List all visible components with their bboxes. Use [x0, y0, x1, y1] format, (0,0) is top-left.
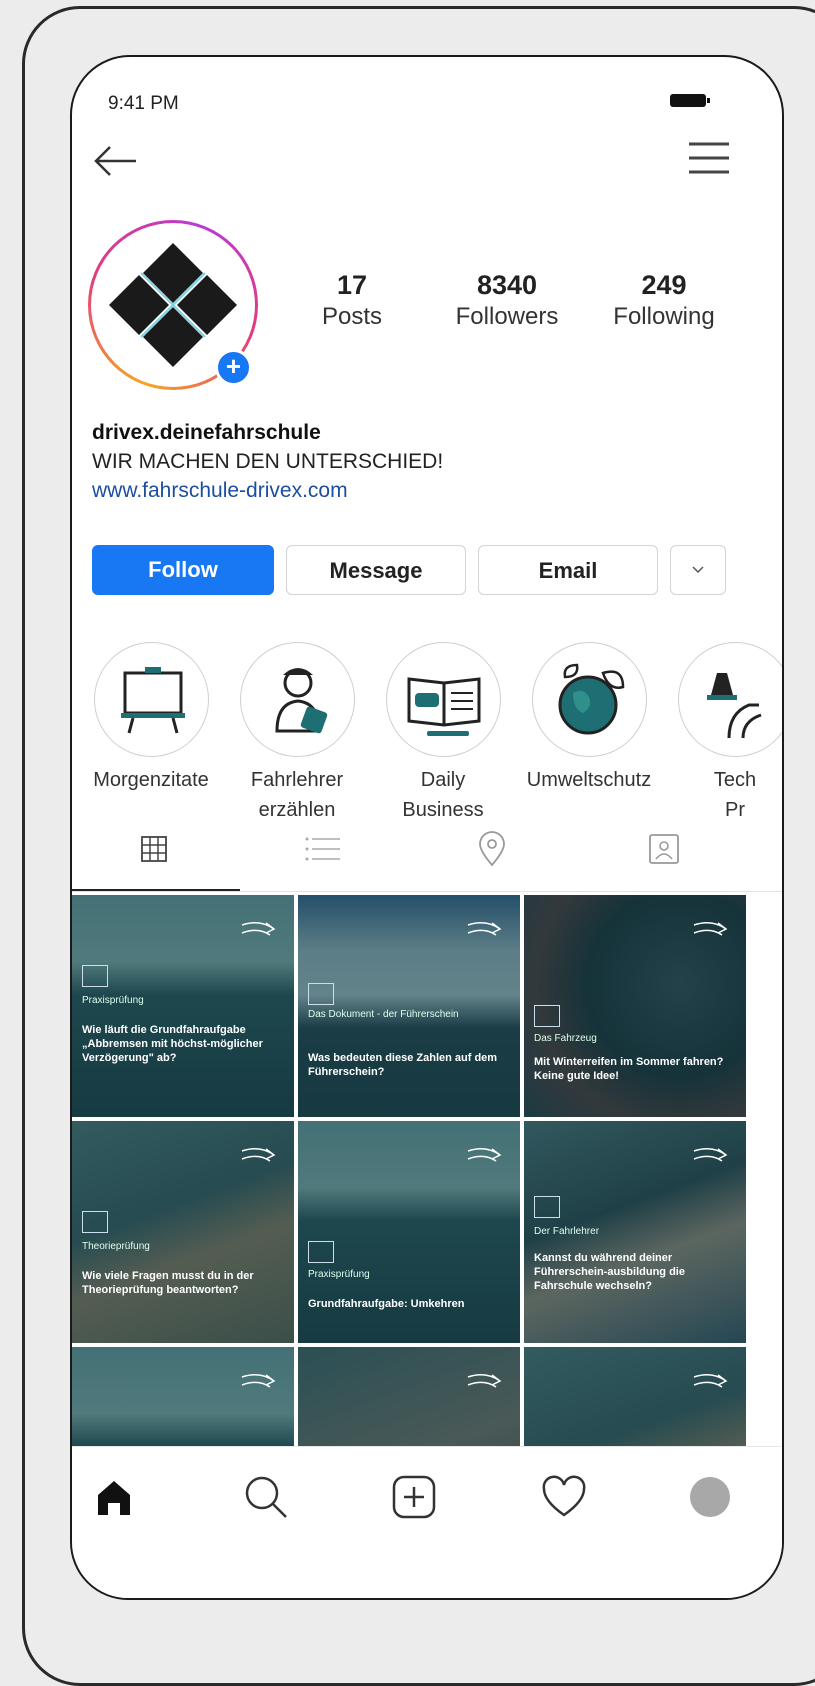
highlight-label: Morgenzitate [93, 769, 209, 791]
add-post-icon[interactable] [390, 1473, 438, 1521]
message-button[interactable]: Message [286, 545, 466, 595]
post-tag: Der Fahrlehrer [534, 1226, 600, 1237]
highlight-label-line2: erzählen [258, 799, 336, 821]
post-tile[interactable]: Praxisprüfung Grundfahraufgabe: Umkehren [298, 1121, 520, 1343]
post-tile[interactable]: Das Dokument - der Führerschein Was bede… [298, 895, 520, 1117]
post-tile[interactable]: Das Fahrzeug Mit Winterreifen im Sommer … [524, 895, 746, 1117]
stat-followers-label: Followers [455, 303, 559, 330]
tabs-divider [72, 891, 782, 892]
highlight-label: Daily [420, 769, 466, 791]
share-arrows-icon [693, 1148, 728, 1162]
post-tag: Das Fahrzeug [534, 1033, 597, 1044]
post-tag: Praxisprüfung [82, 995, 144, 1006]
add-story-button[interactable]: + [215, 349, 252, 386]
grid-icon[interactable] [134, 829, 174, 869]
chevron-down-icon [692, 566, 704, 574]
post-tile[interactable]: Praxisprüfung Wie läuft die Grundfahrauf… [72, 895, 294, 1117]
highlight-morgenzitate[interactable]: Morgenzitate [76, 642, 226, 795]
earth-leaf-icon [558, 663, 624, 735]
traffic-cone-icon [706, 673, 762, 739]
easel-board-icon [120, 667, 185, 734]
share-arrows-icon [467, 1374, 502, 1388]
highlight-fahrlehrer[interactable]: Fahrlehrer erzählen [222, 642, 372, 825]
post-tile[interactable]: Der Fahrlehrer Kannst du während deiner … [524, 1121, 746, 1343]
highlight-label: Umweltschutz [526, 769, 652, 791]
instructor-icon [274, 668, 327, 734]
post-title: Grundfahraufgabe: Umkehren [308, 1298, 465, 1310]
location-pin-icon[interactable] [472, 829, 512, 869]
stat-posts-value: 17 [336, 270, 368, 300]
stat-followers-value: 8340 [476, 270, 538, 300]
stat-posts-label: Posts [321, 303, 383, 330]
stat-posts[interactable]: 17 Posts [312, 270, 392, 331]
status-time: 9:41 PM [108, 93, 179, 114]
post-tag: Theorieprüfung [82, 1241, 150, 1252]
post-tile[interactable]: Theorieprüfung Wie viele Fragen musst du… [72, 1121, 294, 1343]
stat-following[interactable]: 249 Following [604, 270, 724, 331]
share-arrows-icon [467, 922, 502, 936]
highlight-technik[interactable]: Tech Pr [660, 642, 782, 825]
list-icon[interactable] [302, 829, 342, 869]
stat-followers[interactable]: 8340 Followers [447, 270, 567, 331]
highlight-label: Fahrlehrer [250, 769, 344, 791]
heart-icon[interactable] [540, 1473, 588, 1521]
highlight-umweltschutz[interactable]: Umweltschutz [514, 642, 664, 795]
post-title: Wie läuft die Grundfahraufgabe „Abbremse… [82, 1024, 263, 1064]
tagged-person-icon[interactable] [644, 829, 684, 869]
share-arrows-icon [241, 922, 276, 936]
phone-screen: 9:41 PM + 17 Posts 8340 Followers 249 Fo… [70, 55, 784, 1600]
stat-following-value: 249 [641, 270, 687, 300]
more-options-button[interactable] [670, 545, 726, 595]
search-icon[interactable] [242, 1473, 290, 1521]
profile-bio: WIR MACHEN DEN UNTERSCHIED! [92, 450, 444, 473]
follow-button[interactable]: Follow [92, 545, 274, 595]
share-arrows-icon [241, 1374, 276, 1388]
share-arrows-icon [693, 922, 728, 936]
share-arrows-icon [241, 1148, 276, 1162]
highlight-daily-business[interactable]: Daily Business [368, 642, 518, 825]
bottom-navigation [72, 1446, 782, 1598]
back-arrow-icon[interactable] [92, 141, 138, 181]
profile-username: drivex.deinefahrschule [92, 421, 321, 444]
share-arrows-icon [693, 1374, 728, 1388]
battery-icon [670, 94, 710, 107]
share-arrows-icon [467, 1148, 502, 1162]
stat-following-label: Following [613, 303, 715, 330]
highlight-label: Tech [713, 769, 757, 791]
post-title: Was bedeuten diese Zahlen auf dem Führer… [308, 1052, 498, 1078]
post-tag: Praxisprüfung [308, 1269, 370, 1280]
post-title: Kannst du während deiner Führerschein-au… [534, 1252, 685, 1292]
highlight-label-line2: Pr [725, 799, 745, 821]
post-tag: Das Dokument - der Führerschein [308, 1009, 459, 1020]
profile-avatar-icon[interactable] [690, 1477, 730, 1517]
profile-website-link[interactable]: www.fahrschule-drivex.com [92, 479, 348, 503]
post-title: Mit Winterreifen im Sommer fahren? Keine… [534, 1056, 724, 1082]
email-button[interactable]: Email [478, 545, 658, 595]
hamburger-menu-icon[interactable] [687, 141, 731, 175]
open-book-car-icon [407, 677, 480, 736]
highlight-label-line2: Business [402, 799, 484, 821]
home-icon[interactable] [90, 1473, 138, 1521]
post-title: Wie viele Fragen musst du in der Theorie… [82, 1270, 254, 1296]
